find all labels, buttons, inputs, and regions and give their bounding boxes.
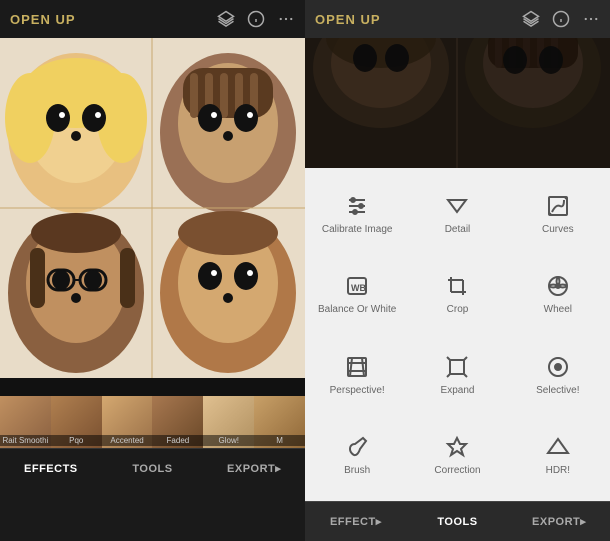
right-preview-image bbox=[305, 38, 610, 168]
tool-correction-label: Correction bbox=[434, 465, 480, 477]
thumb-6-label: M bbox=[254, 435, 305, 446]
thumb-4-label: Faded bbox=[152, 435, 203, 446]
thumb-3-label: Accented bbox=[102, 435, 153, 446]
tool-selective-label: Selective! bbox=[536, 385, 579, 397]
main-image-svg bbox=[0, 38, 305, 378]
curves-icon bbox=[546, 192, 570, 220]
left-panel: OPEN UP bbox=[0, 0, 305, 541]
left-header: OPEN UP bbox=[0, 0, 305, 38]
right-info-icon[interactable] bbox=[552, 10, 570, 28]
expand-icon bbox=[445, 353, 469, 381]
tool-hdr-label: HDR! bbox=[546, 465, 570, 477]
tool-detail-label: Detail bbox=[445, 224, 471, 236]
thumb-1-label: Rait Smoothi bbox=[0, 435, 51, 446]
tool-selective[interactable]: Selective! bbox=[510, 337, 606, 413]
tool-correction[interactable]: Correction bbox=[409, 417, 505, 493]
right-header: OPEN UP bbox=[305, 0, 610, 38]
left-nav-tools[interactable]: TOOLS bbox=[102, 449, 204, 488]
tool-perspective[interactable]: Perspective! bbox=[309, 337, 405, 413]
brush-icon bbox=[345, 433, 369, 461]
tools-grid: Calibrate Image Detail Curves bbox=[305, 168, 610, 501]
thumbnail-strip: Rait Smoothi Pqo Accented Faded Glow! M bbox=[0, 378, 305, 448]
tool-brush[interactable]: Brush bbox=[309, 417, 405, 493]
thumb-6[interactable]: M bbox=[254, 378, 305, 448]
tool-wb[interactable]: WB Balance Or White bbox=[309, 256, 405, 332]
correction-icon bbox=[445, 433, 469, 461]
right-nav-effects[interactable]: EFFECT▸ bbox=[305, 502, 407, 541]
perspective-icon bbox=[345, 353, 369, 381]
thumb-4[interactable]: Faded bbox=[152, 378, 203, 448]
info-icon[interactable] bbox=[247, 10, 265, 28]
svg-text:WB: WB bbox=[351, 283, 366, 293]
tool-crop-label: Crop bbox=[447, 304, 469, 316]
thumb-5[interactable]: Glow! bbox=[203, 378, 254, 448]
layers-icon[interactable] bbox=[217, 10, 235, 28]
left-header-icons bbox=[217, 10, 295, 28]
right-nav-export[interactable]: EXPORT▸ bbox=[508, 502, 610, 541]
tool-crop[interactable]: Crop bbox=[409, 256, 505, 332]
tool-curves[interactable]: Curves bbox=[510, 176, 606, 252]
tool-hdr[interactable]: HDR! bbox=[510, 417, 606, 493]
right-more-icon[interactable] bbox=[582, 10, 600, 28]
more-icon[interactable] bbox=[277, 10, 295, 28]
left-bottom-nav: Effects TOOLS EXPORT▸ bbox=[0, 448, 305, 488]
right-panel: OPEN UP bbox=[305, 0, 610, 541]
right-preview-svg bbox=[305, 38, 610, 168]
crop-icon bbox=[445, 272, 469, 300]
selective-icon bbox=[546, 353, 570, 381]
left-nav-effects[interactable]: Effects bbox=[0, 449, 102, 488]
thumb-2-label: Pqo bbox=[51, 435, 102, 446]
left-app-title: OPEN UP bbox=[10, 12, 76, 27]
right-nav-tools[interactable]: TOOLS bbox=[407, 502, 509, 541]
tool-brush-label: Brush bbox=[344, 465, 370, 477]
tool-wheel[interactable]: Wheel bbox=[510, 256, 606, 332]
right-bottom-nav: EFFECT▸ TOOLS EXPORT▸ bbox=[305, 501, 610, 541]
right-header-icons bbox=[522, 10, 600, 28]
tool-detail[interactable]: Detail bbox=[409, 176, 505, 252]
tool-calibrate[interactable]: Calibrate Image bbox=[309, 176, 405, 252]
right-app-title: OPEN UP bbox=[315, 12, 381, 27]
tool-calibrate-label: Calibrate Image bbox=[322, 224, 393, 236]
thumb-3[interactable]: Accented bbox=[102, 378, 153, 448]
left-nav-export[interactable]: EXPORT▸ bbox=[203, 449, 305, 488]
tool-expand-label: Expand bbox=[441, 385, 475, 397]
sliders-icon bbox=[345, 192, 369, 220]
tool-wb-label: Balance Or White bbox=[318, 304, 396, 316]
thumb-1[interactable]: Rait Smoothi bbox=[0, 378, 51, 448]
tool-wheel-label: Wheel bbox=[544, 304, 572, 316]
tool-curves-label: Curves bbox=[542, 224, 574, 236]
triangle-down-icon bbox=[445, 192, 469, 220]
tool-expand[interactable]: Expand bbox=[409, 337, 505, 413]
thumb-5-label: Glow! bbox=[203, 435, 254, 446]
wb-icon: WB bbox=[345, 272, 369, 300]
right-layers-icon[interactable] bbox=[522, 10, 540, 28]
thumb-2[interactable]: Pqo bbox=[51, 378, 102, 448]
hdr-icon bbox=[546, 433, 570, 461]
tool-perspective-label: Perspective! bbox=[330, 385, 385, 397]
main-image bbox=[0, 38, 305, 378]
wheel-icon bbox=[546, 272, 570, 300]
